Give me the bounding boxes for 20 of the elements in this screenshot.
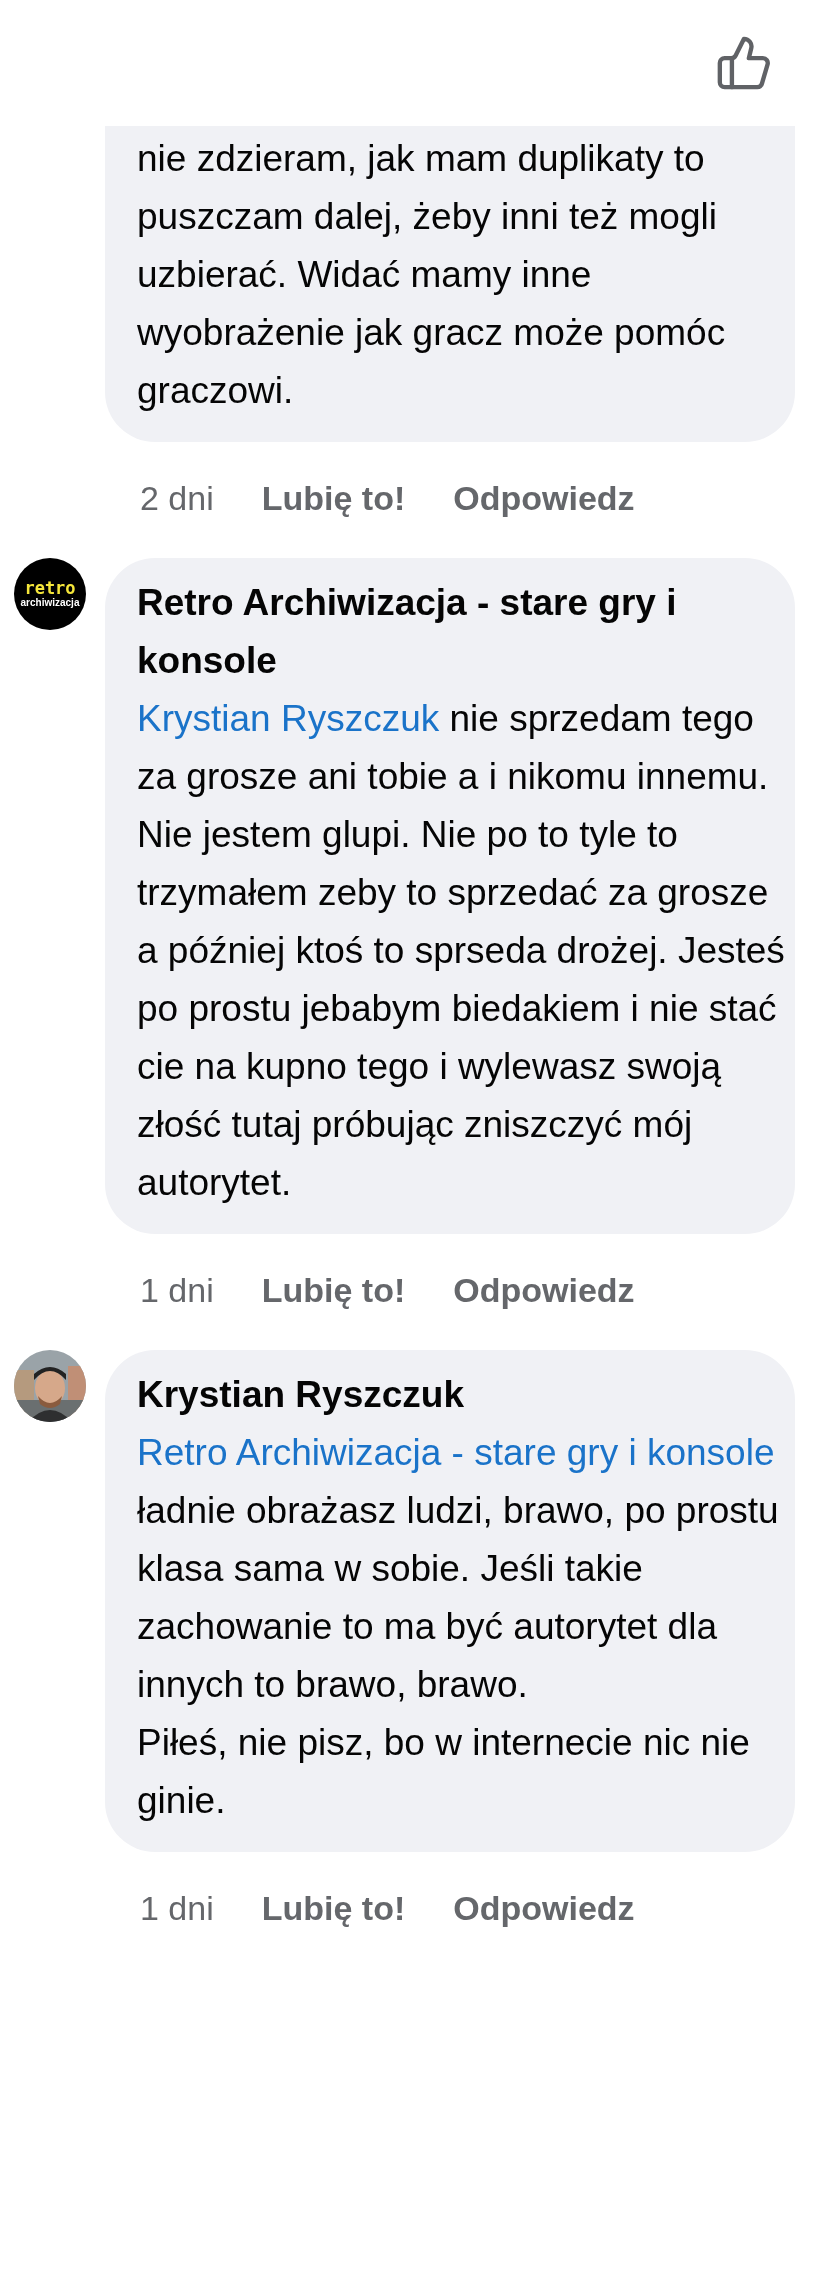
- comment-text: Krystian Ryszczuk nie sprzedam tego za grosze ani tobie a i nikomu innemu. Nie jestem glupi. Nie po to tyle to trzymałem zeby to sprzedać za grosze a później ktoś to sprseda drożej. Jesteś po prostu jebabym biedakiem i nie stać cie na kupno tego i wylewasz swoją złość tutaj próbując zniszczyć mój autorytet.: [137, 697, 786, 1205]
- comment-text: Retro Archiwizacja - stare gry i konsole ładnie obrażasz ludzi, brawo, po prostu klasa sama w sobie. Jeśli takie zachowanie to ma być autorytet dla innych to brawo, brawo.: [137, 1431, 780, 1707]
- page-avatar[interactable]: retro archiwizacja: [14, 558, 86, 630]
- like-link[interactable]: Lubię to!: [261, 1882, 406, 1934]
- comment-time: 2 dni: [140, 477, 214, 519]
- comment-text: Piłeś, nie pisz, bo w internecie nic nie ginie.: [137, 1721, 751, 1823]
- mention-link[interactable]: Krystian Ryszczuk: [137, 698, 440, 739]
- comment-time: 1 dni: [140, 1269, 214, 1311]
- like-link[interactable]: Lubię to!: [261, 1264, 406, 1316]
- reply-link[interactable]: Odpowiedz: [453, 1264, 635, 1316]
- reply-link[interactable]: Odpowiedz: [453, 472, 635, 524]
- comment-time: 1 dni: [140, 1887, 214, 1929]
- logo-text: archiwizacja: [20, 597, 80, 608]
- comment-text: nie zdzieram, jak mam duplikaty to puszczam dalej, żeby inni też mogli uzbierać. Widać mamy inne wyobrażenie jak gracz może pomóc graczowi.: [137, 137, 727, 413]
- mention-link[interactable]: Retro Archiwizacja - stare gry i konsole: [137, 1432, 775, 1473]
- like-icon[interactable]: [715, 34, 773, 92]
- reply-link[interactable]: Odpowiedz: [453, 1882, 635, 1934]
- author-name[interactable]: Krystian Ryszczuk: [137, 1366, 787, 1424]
- like-link[interactable]: Lubię to!: [261, 472, 406, 524]
- logo-text: retro: [24, 580, 76, 597]
